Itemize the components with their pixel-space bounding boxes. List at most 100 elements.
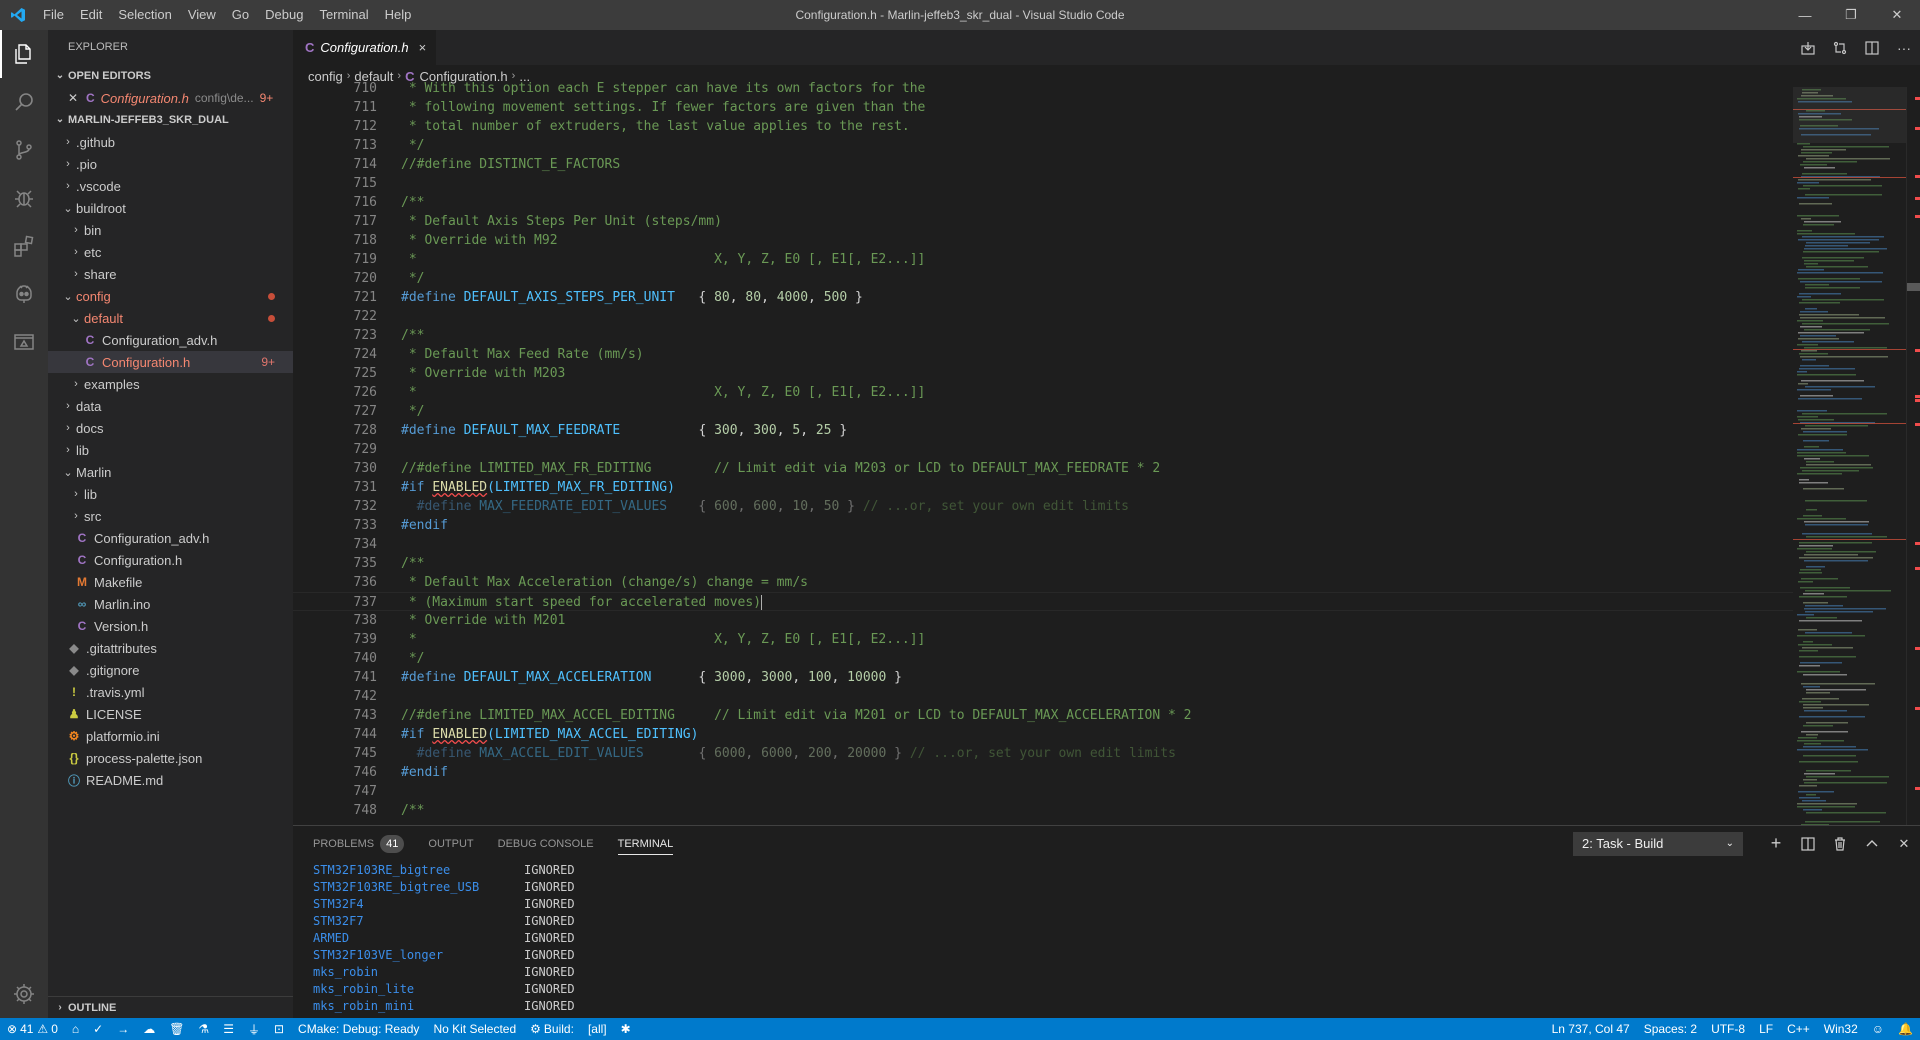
tasks-list-icon[interactable]: ☰ bbox=[216, 1018, 241, 1040]
terminal-icon[interactable]: ⊡ bbox=[267, 1018, 291, 1040]
tab-output[interactable]: OUTPUT bbox=[428, 826, 473, 861]
build-target[interactable]: [all] bbox=[581, 1018, 614, 1040]
close-panel-icon[interactable]: ✕ bbox=[1888, 826, 1920, 861]
tree-folder[interactable]: › lib bbox=[48, 483, 293, 505]
vertical-scrollbar[interactable] bbox=[1906, 87, 1920, 825]
kit-status[interactable]: No Kit Selected bbox=[426, 1018, 523, 1040]
tree-folder[interactable]: › etc bbox=[48, 241, 293, 263]
language-mode[interactable]: C++ bbox=[1780, 1018, 1817, 1040]
tree-folder[interactable]: ⌄ default bbox=[48, 307, 293, 329]
tab-configuration-h[interactable]: C Configuration.h × bbox=[293, 30, 437, 65]
maximize-panel-icon[interactable] bbox=[1856, 826, 1888, 861]
test-flask-icon[interactable]: ⚗ bbox=[191, 1018, 216, 1040]
remote-explorer-icon[interactable] bbox=[0, 318, 48, 366]
upload-cloud-icon[interactable]: ☁ bbox=[136, 1018, 162, 1040]
terminal-output[interactable]: STM32F103RE_bigtree IGNORED STM32F103RE_bi… bbox=[313, 862, 575, 1015]
tree-file[interactable]: ♟ LICENSE bbox=[48, 703, 293, 725]
compare-changes-icon[interactable] bbox=[1824, 30, 1856, 65]
settings-gear-icon[interactable] bbox=[0, 970, 48, 1018]
more-actions-icon[interactable]: ··· bbox=[1888, 30, 1920, 65]
tree-file[interactable]: ◆ .gitignore bbox=[48, 659, 293, 681]
platform[interactable]: Win32 bbox=[1817, 1018, 1865, 1040]
tree-folder[interactable]: › share bbox=[48, 263, 293, 285]
tree-folder[interactable]: › .vscode bbox=[48, 175, 293, 197]
tree-file[interactable]: C Configuration_adv.h bbox=[48, 329, 293, 351]
close-tab-icon[interactable]: × bbox=[419, 40, 427, 55]
minimap-slider[interactable] bbox=[1793, 87, 1906, 143]
upload-arrow-icon[interactable]: → bbox=[110, 1018, 136, 1040]
cmake-status[interactable]: CMake: Debug: Ready bbox=[291, 1018, 426, 1040]
restore-button[interactable]: ❐ bbox=[1828, 0, 1874, 30]
tree-folder[interactable]: › src bbox=[48, 505, 293, 527]
tree-file[interactable]: C Configuration_adv.h bbox=[48, 527, 293, 549]
new-terminal-icon[interactable]: + bbox=[1760, 826, 1792, 861]
tree-file[interactable]: ∞ Marlin.ino bbox=[48, 593, 293, 615]
build-check-icon[interactable]: ✓ bbox=[86, 1018, 110, 1040]
search-icon[interactable] bbox=[0, 78, 48, 126]
tree-folder[interactable]: ⌄ Marlin bbox=[48, 461, 293, 483]
tree-folder[interactable]: › .github bbox=[48, 131, 293, 153]
cursor-position[interactable]: Ln 737, Col 47 bbox=[1545, 1018, 1637, 1040]
source-control-icon[interactable] bbox=[0, 126, 48, 174]
minimize-button[interactable]: — bbox=[1782, 0, 1828, 30]
encoding[interactable]: UTF-8 bbox=[1704, 1018, 1752, 1040]
indentation[interactable]: Spaces: 2 bbox=[1637, 1018, 1704, 1040]
debug-icon[interactable] bbox=[0, 174, 48, 222]
code-token: /** bbox=[401, 556, 425, 571]
menu-view[interactable]: View bbox=[180, 0, 224, 30]
extensions-icon[interactable] bbox=[0, 222, 48, 270]
close-window-button[interactable]: ✕ bbox=[1874, 0, 1920, 30]
tree-folder[interactable]: › data bbox=[48, 395, 293, 417]
tree-file[interactable]: ! .travis.yml bbox=[48, 681, 293, 703]
serial-plug-icon[interactable]: ⏚ bbox=[241, 1018, 267, 1040]
split-terminal-icon[interactable] bbox=[1792, 826, 1824, 861]
close-icon[interactable]: ✕ bbox=[68, 91, 86, 105]
tree-file[interactable]: M Makefile bbox=[48, 571, 293, 593]
clean-trash-icon[interactable]: 🗑 bbox=[162, 1018, 191, 1040]
open-editor-item[interactable]: ✕ C Configuration.h config\de... 9+ bbox=[48, 87, 293, 109]
kill-terminal-icon[interactable] bbox=[1824, 826, 1856, 861]
tree-folder[interactable]: › bin bbox=[48, 219, 293, 241]
open-editors-header[interactable]: ⌄ OPEN EDITORS bbox=[48, 65, 293, 87]
feedback-smiley-icon[interactable]: ☺ bbox=[1865, 1018, 1891, 1040]
menu-debug[interactable]: Debug bbox=[257, 0, 311, 30]
tree-file[interactable]: ⚙ platformio.ini bbox=[48, 725, 293, 747]
tree-folder[interactable]: › examples bbox=[48, 373, 293, 395]
problems-status[interactable]: ⊗ 41 ⚠ 0 bbox=[0, 1018, 65, 1040]
menu-terminal[interactable]: Terminal bbox=[311, 0, 376, 30]
tree-folder[interactable]: › lib bbox=[48, 439, 293, 461]
minimap[interactable] bbox=[1793, 87, 1906, 826]
tab-terminal[interactable]: TERMINAL bbox=[617, 826, 673, 861]
home-icon[interactable]: ⌂ bbox=[65, 1018, 86, 1040]
tree-file[interactable]: C Configuration.h 9+ bbox=[48, 351, 293, 373]
debug-bug-icon[interactable]: ✱ bbox=[614, 1018, 638, 1040]
notifications-bell-icon[interactable]: 🔔 bbox=[1891, 1018, 1920, 1040]
tree-file[interactable]: C Configuration.h bbox=[48, 549, 293, 571]
build-status[interactable]: ⚙ Build: bbox=[523, 1018, 581, 1040]
code-view[interactable]: 710 * With this option each E stepper ca… bbox=[293, 79, 1793, 817]
menu-file[interactable]: File bbox=[35, 0, 72, 30]
tree-folder[interactable]: › docs bbox=[48, 417, 293, 439]
menu-edit[interactable]: Edit bbox=[72, 0, 110, 30]
tree-file[interactable]: ◆ .gitattributes bbox=[48, 637, 293, 659]
explorer-icon[interactable] bbox=[0, 30, 48, 78]
tree-file[interactable]: {} process-palette.json bbox=[48, 747, 293, 769]
workspace-header[interactable]: ⌄ MARLIN-JEFFEB3_SKR_DUAL bbox=[48, 109, 293, 131]
end-of-line[interactable]: LF bbox=[1752, 1018, 1780, 1040]
menu-selection[interactable]: Selection bbox=[110, 0, 179, 30]
menu-go[interactable]: Go bbox=[224, 0, 257, 30]
tree-folder[interactable]: ⌄ buildroot bbox=[48, 197, 293, 219]
tab-debug-console[interactable]: DEBUG CONSOLE bbox=[498, 826, 594, 861]
outline-header[interactable]: › OUTLINE bbox=[48, 996, 293, 1018]
menu-help[interactable]: Help bbox=[377, 0, 420, 30]
terminal-select-dropdown[interactable]: 2: Task - Build ⌄ bbox=[1573, 832, 1743, 856]
upload-icon[interactable] bbox=[1792, 30, 1824, 65]
tree-file[interactable]: ⓘ README.md bbox=[48, 769, 293, 791]
split-editor-icon[interactable] bbox=[1856, 30, 1888, 65]
platformio-icon[interactable] bbox=[0, 270, 48, 318]
scrollbar-thumb[interactable] bbox=[1907, 283, 1920, 291]
tree-file[interactable]: C Version.h bbox=[48, 615, 293, 637]
tree-folder[interactable]: ⌄ config bbox=[48, 285, 293, 307]
tab-problems[interactable]: PROBLEMS 41 bbox=[313, 826, 405, 861]
tree-folder[interactable]: › .pio bbox=[48, 153, 293, 175]
